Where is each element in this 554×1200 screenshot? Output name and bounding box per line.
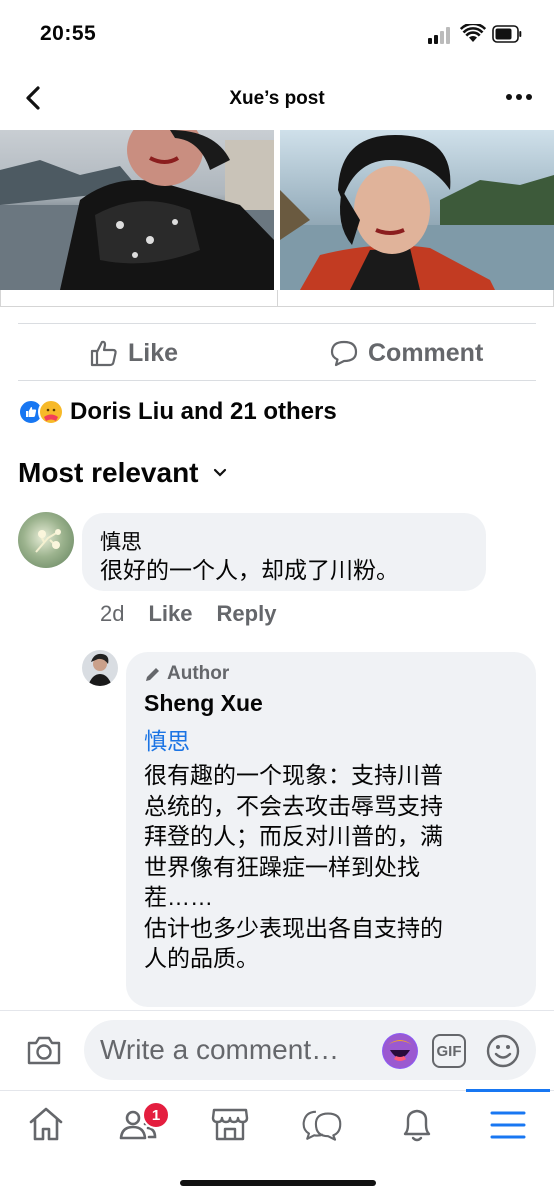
reply-line: 估计也多少表现出各自支持的 (144, 914, 443, 941)
active-tab-indicator (466, 1089, 550, 1092)
marketplace-icon[interactable] (210, 1104, 250, 1144)
comment-icon (330, 340, 358, 367)
comment-input-placeholder: Write a comment… (100, 1034, 340, 1065)
like-label: Like (128, 338, 179, 367)
divider (18, 323, 536, 324)
author-badge-label: Author (167, 663, 230, 684)
reactions-summary[interactable]: Doris Liu and 21 others (18, 398, 337, 426)
reply-author[interactable]: Sheng Xue (144, 690, 263, 717)
pencil-icon (146, 668, 159, 681)
post-photo-1[interactable] (0, 130, 274, 290)
comment-text: 很好的一个人，却成了川粉。 (100, 557, 399, 583)
reply-line: 总统的，不会去攻击辱骂支持 (144, 792, 443, 819)
groups-icon[interactable] (302, 1104, 342, 1144)
reply-avatar[interactable] (82, 650, 118, 686)
comment-like-button[interactable]: Like (148, 601, 192, 627)
comment-time: 2d (100, 601, 125, 626)
reply-mention[interactable]: 慎思 (144, 722, 190, 756)
composer-divider (0, 1010, 554, 1011)
sort-label: Most relevant (18, 457, 199, 488)
friends-notification-badge: 1 (142, 1101, 170, 1129)
page-title: Xue’s post (229, 88, 325, 109)
avatar-sticker-icon[interactable] (382, 1033, 418, 1069)
cellular-signal-icon (428, 26, 454, 44)
chevron-down-icon (213, 468, 226, 477)
like-button[interactable]: Like (90, 335, 178, 371)
emoji-icon[interactable] (486, 1034, 520, 1068)
author-badge: Author (144, 663, 229, 685)
reply-line: 世界像有狂躁症一样到处找 (144, 853, 420, 880)
comment-button[interactable]: Comment (330, 335, 483, 371)
reply-text: 很有趣的一个现象：支持川普 总统的，不会去攻击辱骂支持 拜登的人；而反对川普的，… (144, 760, 443, 974)
gif-button[interactable]: GIF (432, 1034, 466, 1068)
menu-icon[interactable] (488, 1104, 528, 1144)
bell-icon[interactable] (397, 1104, 437, 1144)
reply-line: 拜登的人；而反对川普的，满 (144, 823, 443, 849)
more-options-icon[interactable] (506, 94, 534, 102)
comment-meta: 2d Like Reply (100, 601, 276, 627)
camera-icon[interactable] (26, 1034, 62, 1066)
care-reaction-icon (38, 399, 64, 425)
photo-strip (0, 290, 554, 307)
home-icon[interactable] (26, 1104, 66, 1144)
divider (18, 380, 536, 381)
comments-sort-dropdown[interactable]: Most relevant (18, 457, 227, 489)
comment-reply-button[interactable]: Reply (217, 601, 277, 627)
post-photo-2[interactable] (280, 130, 554, 290)
reply-line: 很有趣的一个现象：支持川普 (144, 762, 443, 788)
thumbs-up-icon (90, 340, 117, 367)
battery-icon (492, 25, 522, 43)
home-indicator (180, 1180, 376, 1186)
reply-line: 茬…… (144, 884, 213, 910)
avatar[interactable] (18, 512, 74, 568)
reactions-text: Doris Liu and 21 others (70, 398, 337, 425)
comment-label: Comment (368, 338, 484, 367)
reply-line: 人的品质。 (144, 945, 259, 971)
comment-author[interactable]: 慎思 (100, 526, 142, 556)
status-time: 20:55 (40, 22, 97, 45)
wifi-icon (460, 24, 486, 42)
